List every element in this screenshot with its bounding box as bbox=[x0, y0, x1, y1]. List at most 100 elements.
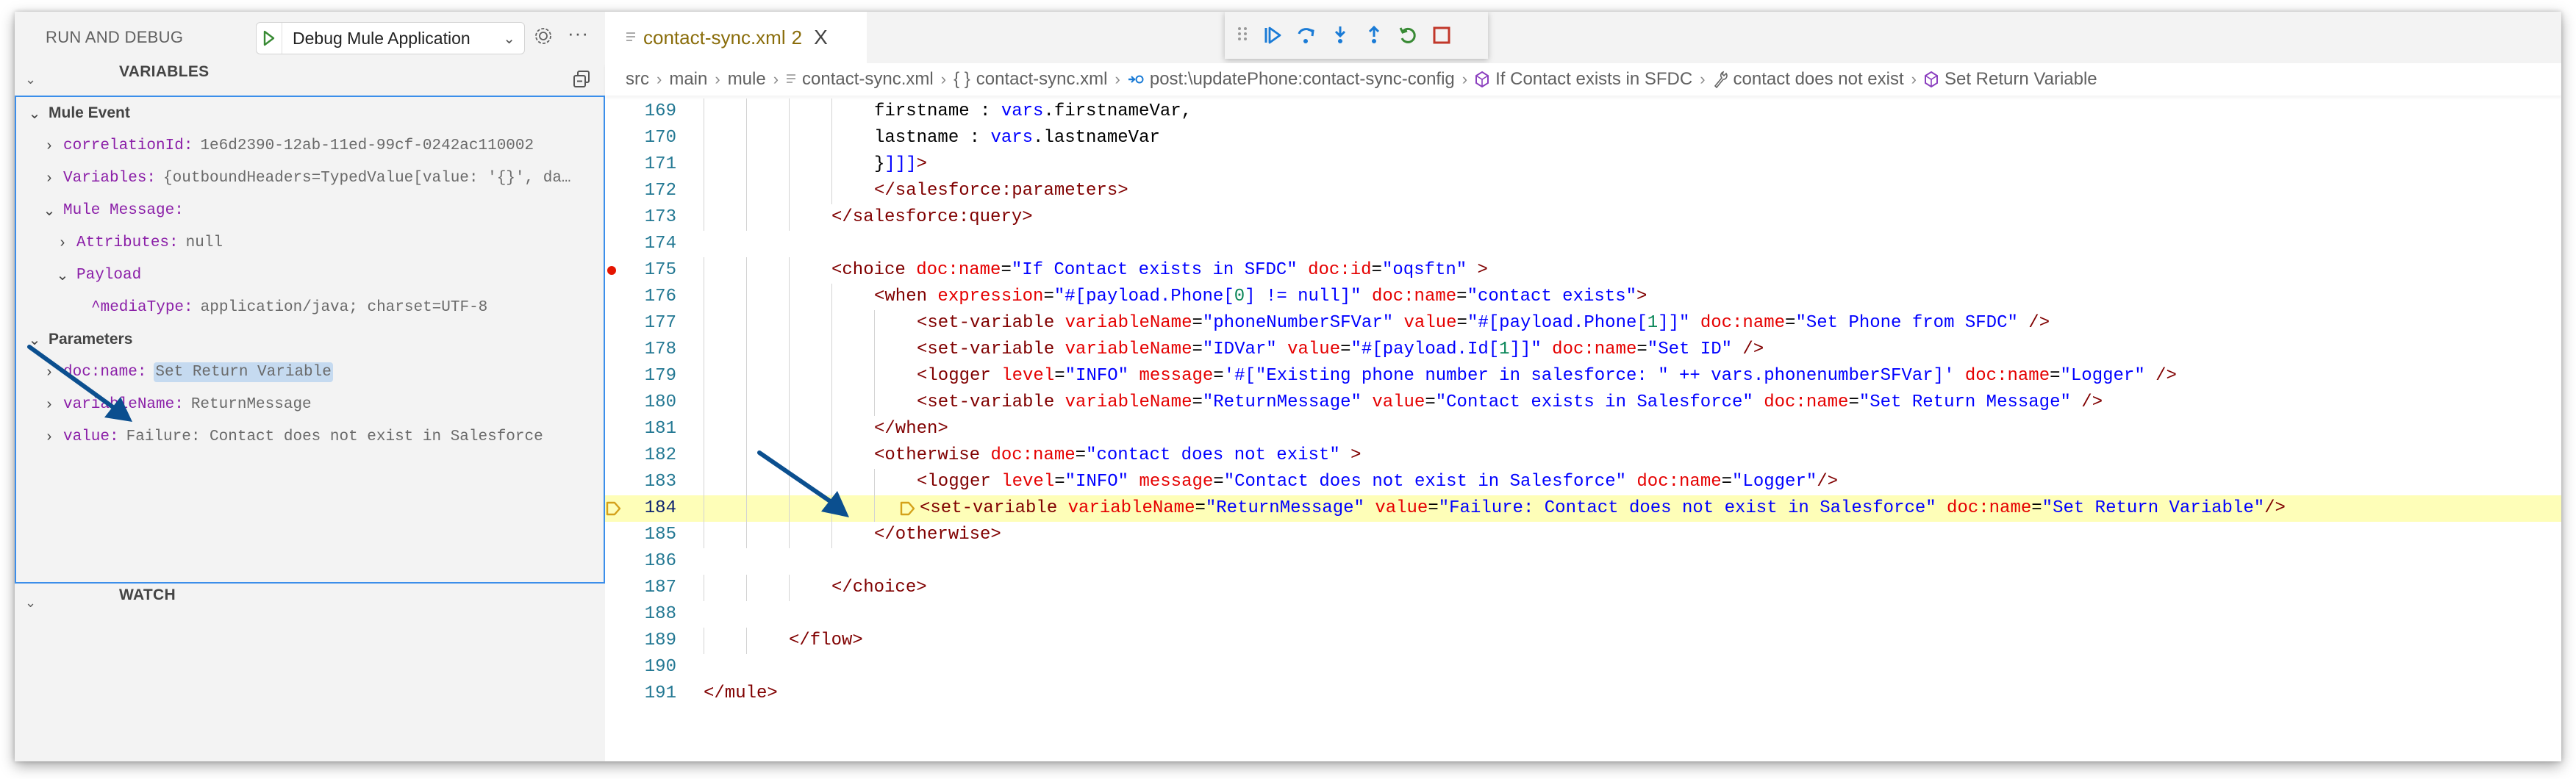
breadcrumb-item[interactable]: If Contact exists in SFDC bbox=[1475, 69, 1692, 90]
chevron-right-icon: › bbox=[46, 363, 52, 380]
code-token: ]]] bbox=[884, 154, 917, 174]
code-line[interactable]: 186 bbox=[605, 548, 2561, 575]
code-editor[interactable]: 169 firstname : vars.firstnameVar, 170 last… bbox=[605, 98, 2561, 761]
start-debugging-button[interactable] bbox=[257, 23, 282, 54]
tree-item-doc-name[interactable]: › doc:name: Set Return Variable bbox=[16, 356, 603, 388]
indent-guide bbox=[789, 151, 790, 178]
step-over-button[interactable] bbox=[1289, 18, 1323, 52]
tree-item-variable-name[interactable]: › variableName: ReturnMessage bbox=[16, 388, 603, 420]
code-token: <logger bbox=[917, 472, 1002, 492]
tree-item-mule-message[interactable]: ⌄ Mule Message: bbox=[16, 194, 603, 226]
code-line[interactable]: 179 <logger level="INFO" message='#["Exis… bbox=[605, 363, 2561, 390]
line-number: 185 bbox=[644, 525, 676, 545]
chevron-right-icon: › bbox=[60, 234, 65, 251]
code-line[interactable]: 183 <logger level="INFO" message="Contact… bbox=[605, 469, 2561, 495]
code-token: "Logger" bbox=[2060, 366, 2145, 386]
code-text: <logger level="INFO" message="Contact do… bbox=[917, 469, 1838, 495]
collapse-all-icon[interactable] bbox=[571, 69, 592, 90]
gear-icon[interactable] bbox=[532, 25, 557, 50]
tree-item-payload[interactable]: ⌄ Payload bbox=[16, 259, 603, 291]
variable-key: Mule Message: bbox=[63, 201, 184, 219]
breadcrumb-item[interactable]: contact does not exist bbox=[1713, 69, 1904, 90]
indent-guide bbox=[831, 522, 832, 548]
code-line[interactable]: 185 </otherwise> bbox=[605, 522, 2561, 548]
line-number: 170 bbox=[644, 128, 676, 148]
code-line[interactable]: 187 </choice> bbox=[605, 575, 2561, 601]
breadcrumb-item[interactable]: post:\updatePhone:contact-sync-config bbox=[1128, 69, 1455, 90]
code-line[interactable]: 190 bbox=[605, 654, 2561, 681]
code-line[interactable]: 181 </when> bbox=[605, 416, 2561, 442]
line-number: 179 bbox=[644, 366, 676, 386]
line-number: 183 bbox=[644, 472, 676, 492]
code-line[interactable]: 182 <otherwise doc:name="contact does not… bbox=[605, 442, 2561, 469]
code-line[interactable]: 180 <set-variable variableName="ReturnMes… bbox=[605, 390, 2561, 416]
code-text: <when expression="#[payload.Phone[0] != … bbox=[874, 284, 1647, 310]
breadcrumb-item[interactable]: contact-sync.xml bbox=[786, 69, 934, 90]
step-into-button[interactable] bbox=[1323, 18, 1357, 52]
breadcrumb-item[interactable]: main bbox=[669, 69, 707, 90]
tree-item-correlation-id[interactable]: › correlationId: 1e6d2390-12ab-11ed-99cf… bbox=[16, 129, 603, 162]
close-tab-icon[interactable]: X bbox=[814, 26, 828, 49]
tree-item-value[interactable]: › value: Failure: Contact does not exist… bbox=[16, 420, 603, 453]
variables-section-header[interactable]: ⌄ VARIABLES bbox=[15, 63, 605, 96]
code-line[interactable]: 178 <set-variable variableName="IDVar" va… bbox=[605, 337, 2561, 363]
code-line-current[interactable]: 184 <set-variable variableName="ReturnMes… bbox=[605, 495, 2561, 522]
indent-guide bbox=[789, 204, 790, 231]
code-token: "Logger" bbox=[1732, 472, 1817, 492]
breadcrumb-item[interactable]: src bbox=[626, 69, 649, 90]
code-token: "IDVar" bbox=[1202, 340, 1288, 359]
tree-group-mule-event[interactable]: ⌄ Mule Event bbox=[16, 97, 603, 129]
continue-button[interactable] bbox=[1256, 18, 1289, 52]
code-token: = bbox=[1636, 340, 1647, 359]
launch-configuration-dropdown[interactable]: Debug Mule Application ⌄ bbox=[256, 22, 525, 54]
watch-section-header[interactable]: ⌄ WATCH bbox=[15, 586, 605, 619]
tab-contact-sync-xml[interactable]: contact-sync.xml 2 X bbox=[605, 12, 867, 63]
tree-item-variables[interactable]: › Variables: {outboundHeaders=TypedValue… bbox=[16, 162, 603, 194]
variables-section-title: VARIABLES bbox=[119, 63, 210, 80]
code-line[interactable]: 171}]]]> bbox=[605, 151, 2561, 178]
breadcrumb-item[interactable]: mule bbox=[728, 69, 766, 90]
code-token: /> bbox=[1732, 340, 1764, 359]
code-line[interactable]: 191 </mule> bbox=[605, 681, 2561, 707]
indent-guide bbox=[746, 151, 747, 178]
indent-guide bbox=[789, 284, 790, 310]
code-token: /> bbox=[2070, 392, 2103, 412]
code-token: vars bbox=[1001, 101, 1044, 121]
line-number: 190 bbox=[644, 657, 676, 677]
code-line[interactable]: 173 </salesforce:query> bbox=[605, 204, 2561, 231]
code-line[interactable]: 177 <set-variable variableName="phoneNumb… bbox=[605, 310, 2561, 337]
tab-label: contact-sync.xml bbox=[643, 26, 786, 49]
code-line[interactable]: 170 lastname : vars.lastnameVar bbox=[605, 125, 2561, 151]
drag-handle-icon[interactable] bbox=[1237, 26, 1256, 46]
code-token: = bbox=[1371, 260, 1382, 280]
indent-guide bbox=[789, 125, 790, 151]
tree-item-attributes[interactable]: › Attributes: null bbox=[16, 226, 603, 259]
code-line[interactable]: 188 bbox=[605, 601, 2561, 628]
indent-guide bbox=[831, 310, 832, 337]
line-number: 175 bbox=[644, 260, 676, 280]
line-number: 174 bbox=[644, 234, 676, 254]
code-token: .lastnameVar bbox=[1033, 128, 1160, 148]
tree-item-media-type[interactable]: ^mediaType: application/java; charset=UT… bbox=[16, 291, 603, 323]
more-actions-icon[interactable]: ··· bbox=[568, 22, 589, 45]
code-token: </salesforce:parameters> bbox=[874, 181, 1128, 201]
code-token: </flow> bbox=[789, 631, 863, 650]
code-line[interactable]: 176 <when expression="#[payload.Phone[0] … bbox=[605, 284, 2561, 310]
code-line[interactable]: 174 bbox=[605, 231, 2561, 257]
indent-guide bbox=[746, 98, 747, 125]
tree-group-parameters[interactable]: ⌄ Parameters bbox=[16, 323, 603, 356]
indent-guide bbox=[746, 442, 747, 469]
code-line[interactable]: 169 firstname : vars.firstnameVar, bbox=[605, 98, 2561, 125]
breadcrumb-item[interactable]: Set Return Variable bbox=[1924, 69, 2097, 90]
code-line[interactable]: 175 <choice doc:name="If Contact exists i… bbox=[605, 257, 2561, 284]
breadcrumb-item[interactable]: { } contact-sync.xml bbox=[954, 69, 1107, 90]
code-token: "contact does not exist" bbox=[1086, 445, 1340, 465]
code-line[interactable]: 172 </salesforce:parameters> bbox=[605, 178, 2561, 204]
xml-file-icon bbox=[786, 72, 796, 87]
code-line[interactable]: 189 </flow> bbox=[605, 628, 2561, 654]
indent-guide bbox=[831, 416, 832, 442]
restart-button[interactable] bbox=[1391, 18, 1425, 52]
chevron-right-icon: › bbox=[715, 70, 720, 88]
step-out-button[interactable] bbox=[1357, 18, 1391, 52]
stop-button[interactable] bbox=[1425, 18, 1459, 52]
